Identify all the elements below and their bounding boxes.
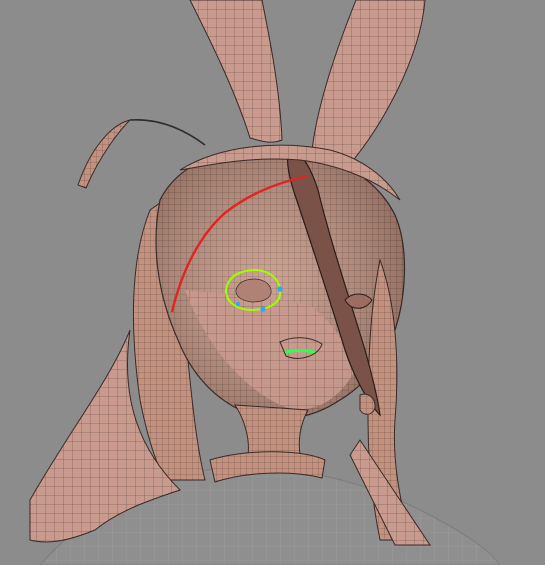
eye-vertex-handle-left[interactable]	[235, 301, 241, 307]
eye-vertex-handle-bottom[interactable]	[260, 306, 266, 312]
eye-inner-loop	[235, 278, 272, 303]
mouth-selection[interactable]	[284, 349, 316, 354]
eye-vertex-handle-right[interactable]	[277, 286, 283, 292]
3d-viewport[interactable]	[0, 0, 545, 565]
